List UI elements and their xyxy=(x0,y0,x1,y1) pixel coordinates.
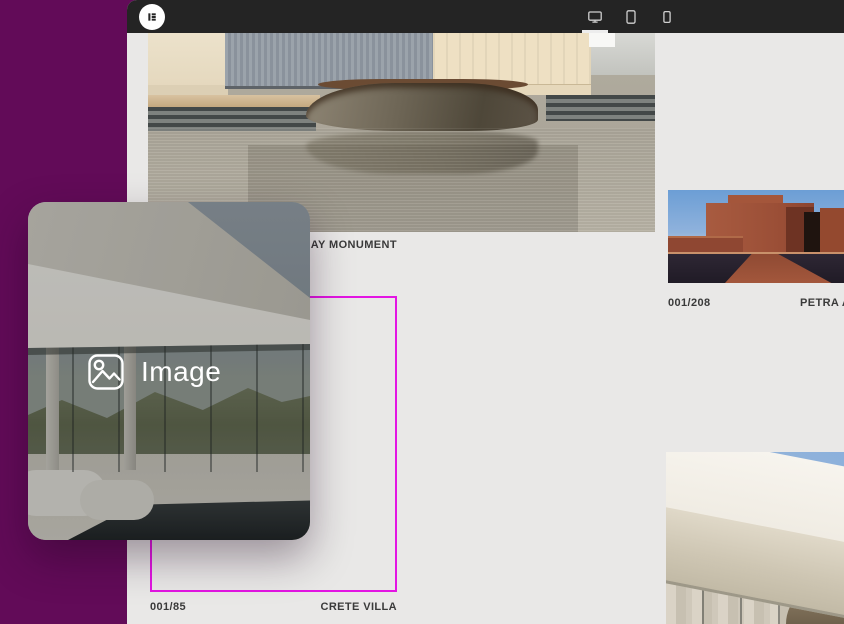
elementor-menu-button[interactable] xyxy=(139,4,165,30)
image-widget-label: Image xyxy=(141,356,221,388)
photo-sky-highlight xyxy=(589,33,615,47)
petra-title: PETRA A xyxy=(800,297,844,309)
elementor-logo-icon xyxy=(144,9,160,25)
photo-ledge xyxy=(148,95,320,107)
mobile-icon xyxy=(659,9,675,25)
crete-title: CRETE VILLA xyxy=(320,601,397,613)
image-widget-drag-card[interactable]: Image xyxy=(28,202,310,540)
responsive-mode-switcher xyxy=(583,0,679,33)
photo-doorway xyxy=(804,212,820,256)
villa-image[interactable] xyxy=(666,452,844,624)
device-tab-mobile[interactable] xyxy=(655,0,679,33)
petra-index: 001/208 xyxy=(668,297,711,309)
crete-caption-row: 001/85 CRETE VILLA xyxy=(150,601,397,613)
desktop-icon xyxy=(587,9,603,25)
image-icon xyxy=(86,352,126,392)
device-tab-tablet[interactable] xyxy=(619,0,643,33)
photo-rails-right xyxy=(546,95,655,121)
widget-badge: Image xyxy=(86,352,221,392)
backdrop: DAY MONUMENT 001/85 CRETE VILLA 001/208 … xyxy=(0,0,844,624)
crete-index: 001/85 xyxy=(150,601,186,613)
device-tab-desktop[interactable] xyxy=(583,0,607,33)
photo-rock xyxy=(306,83,538,131)
photo-far-wall xyxy=(820,208,844,256)
tablet-icon xyxy=(623,9,639,25)
petra-image[interactable] xyxy=(668,190,844,283)
editor-topbar xyxy=(127,0,844,33)
